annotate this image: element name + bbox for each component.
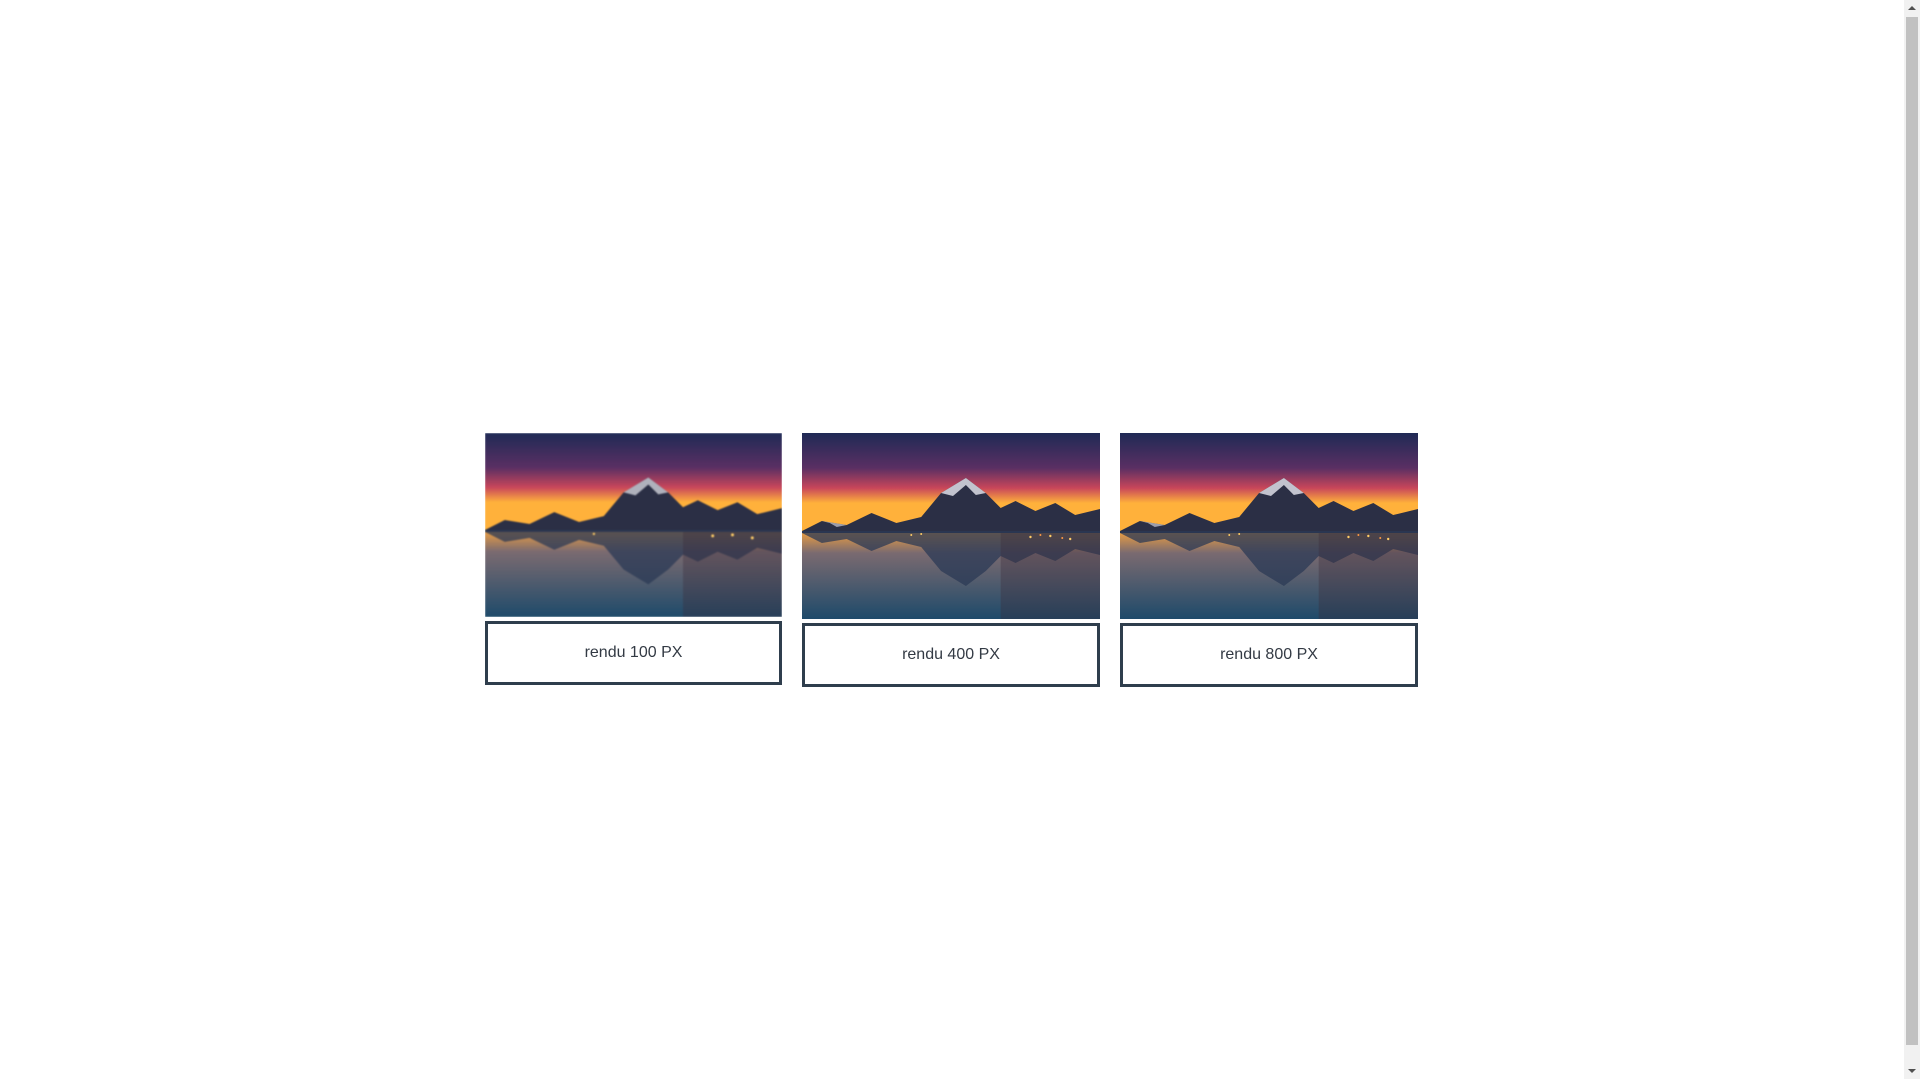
gallery-card: rendu 800 PX <box>1120 433 1418 687</box>
image-gallery: rendu 100 PX rendu 400 PX rendu 800 PX <box>485 433 1418 687</box>
render-size-button[interactable]: rendu 800 PX <box>1120 623 1418 687</box>
scroll-up-arrow-icon[interactable] <box>1904 0 1920 16</box>
landscape-image <box>802 433 1100 619</box>
landscape-image <box>1120 433 1418 619</box>
gallery-card: rendu 400 PX <box>802 433 1100 687</box>
vertical-scrollbar[interactable] <box>1904 0 1920 1079</box>
gallery-card: rendu 100 PX <box>485 433 782 687</box>
render-size-button[interactable]: rendu 100 PX <box>485 621 782 685</box>
landscape-image <box>485 433 782 617</box>
render-size-button[interactable]: rendu 400 PX <box>802 623 1100 687</box>
page: rendu 100 PX rendu 400 PX rendu 800 PX <box>0 0 1904 1079</box>
scroll-down-arrow-icon[interactable] <box>1904 1063 1920 1079</box>
scrollbar-thumb[interactable] <box>1906 17 1918 1045</box>
